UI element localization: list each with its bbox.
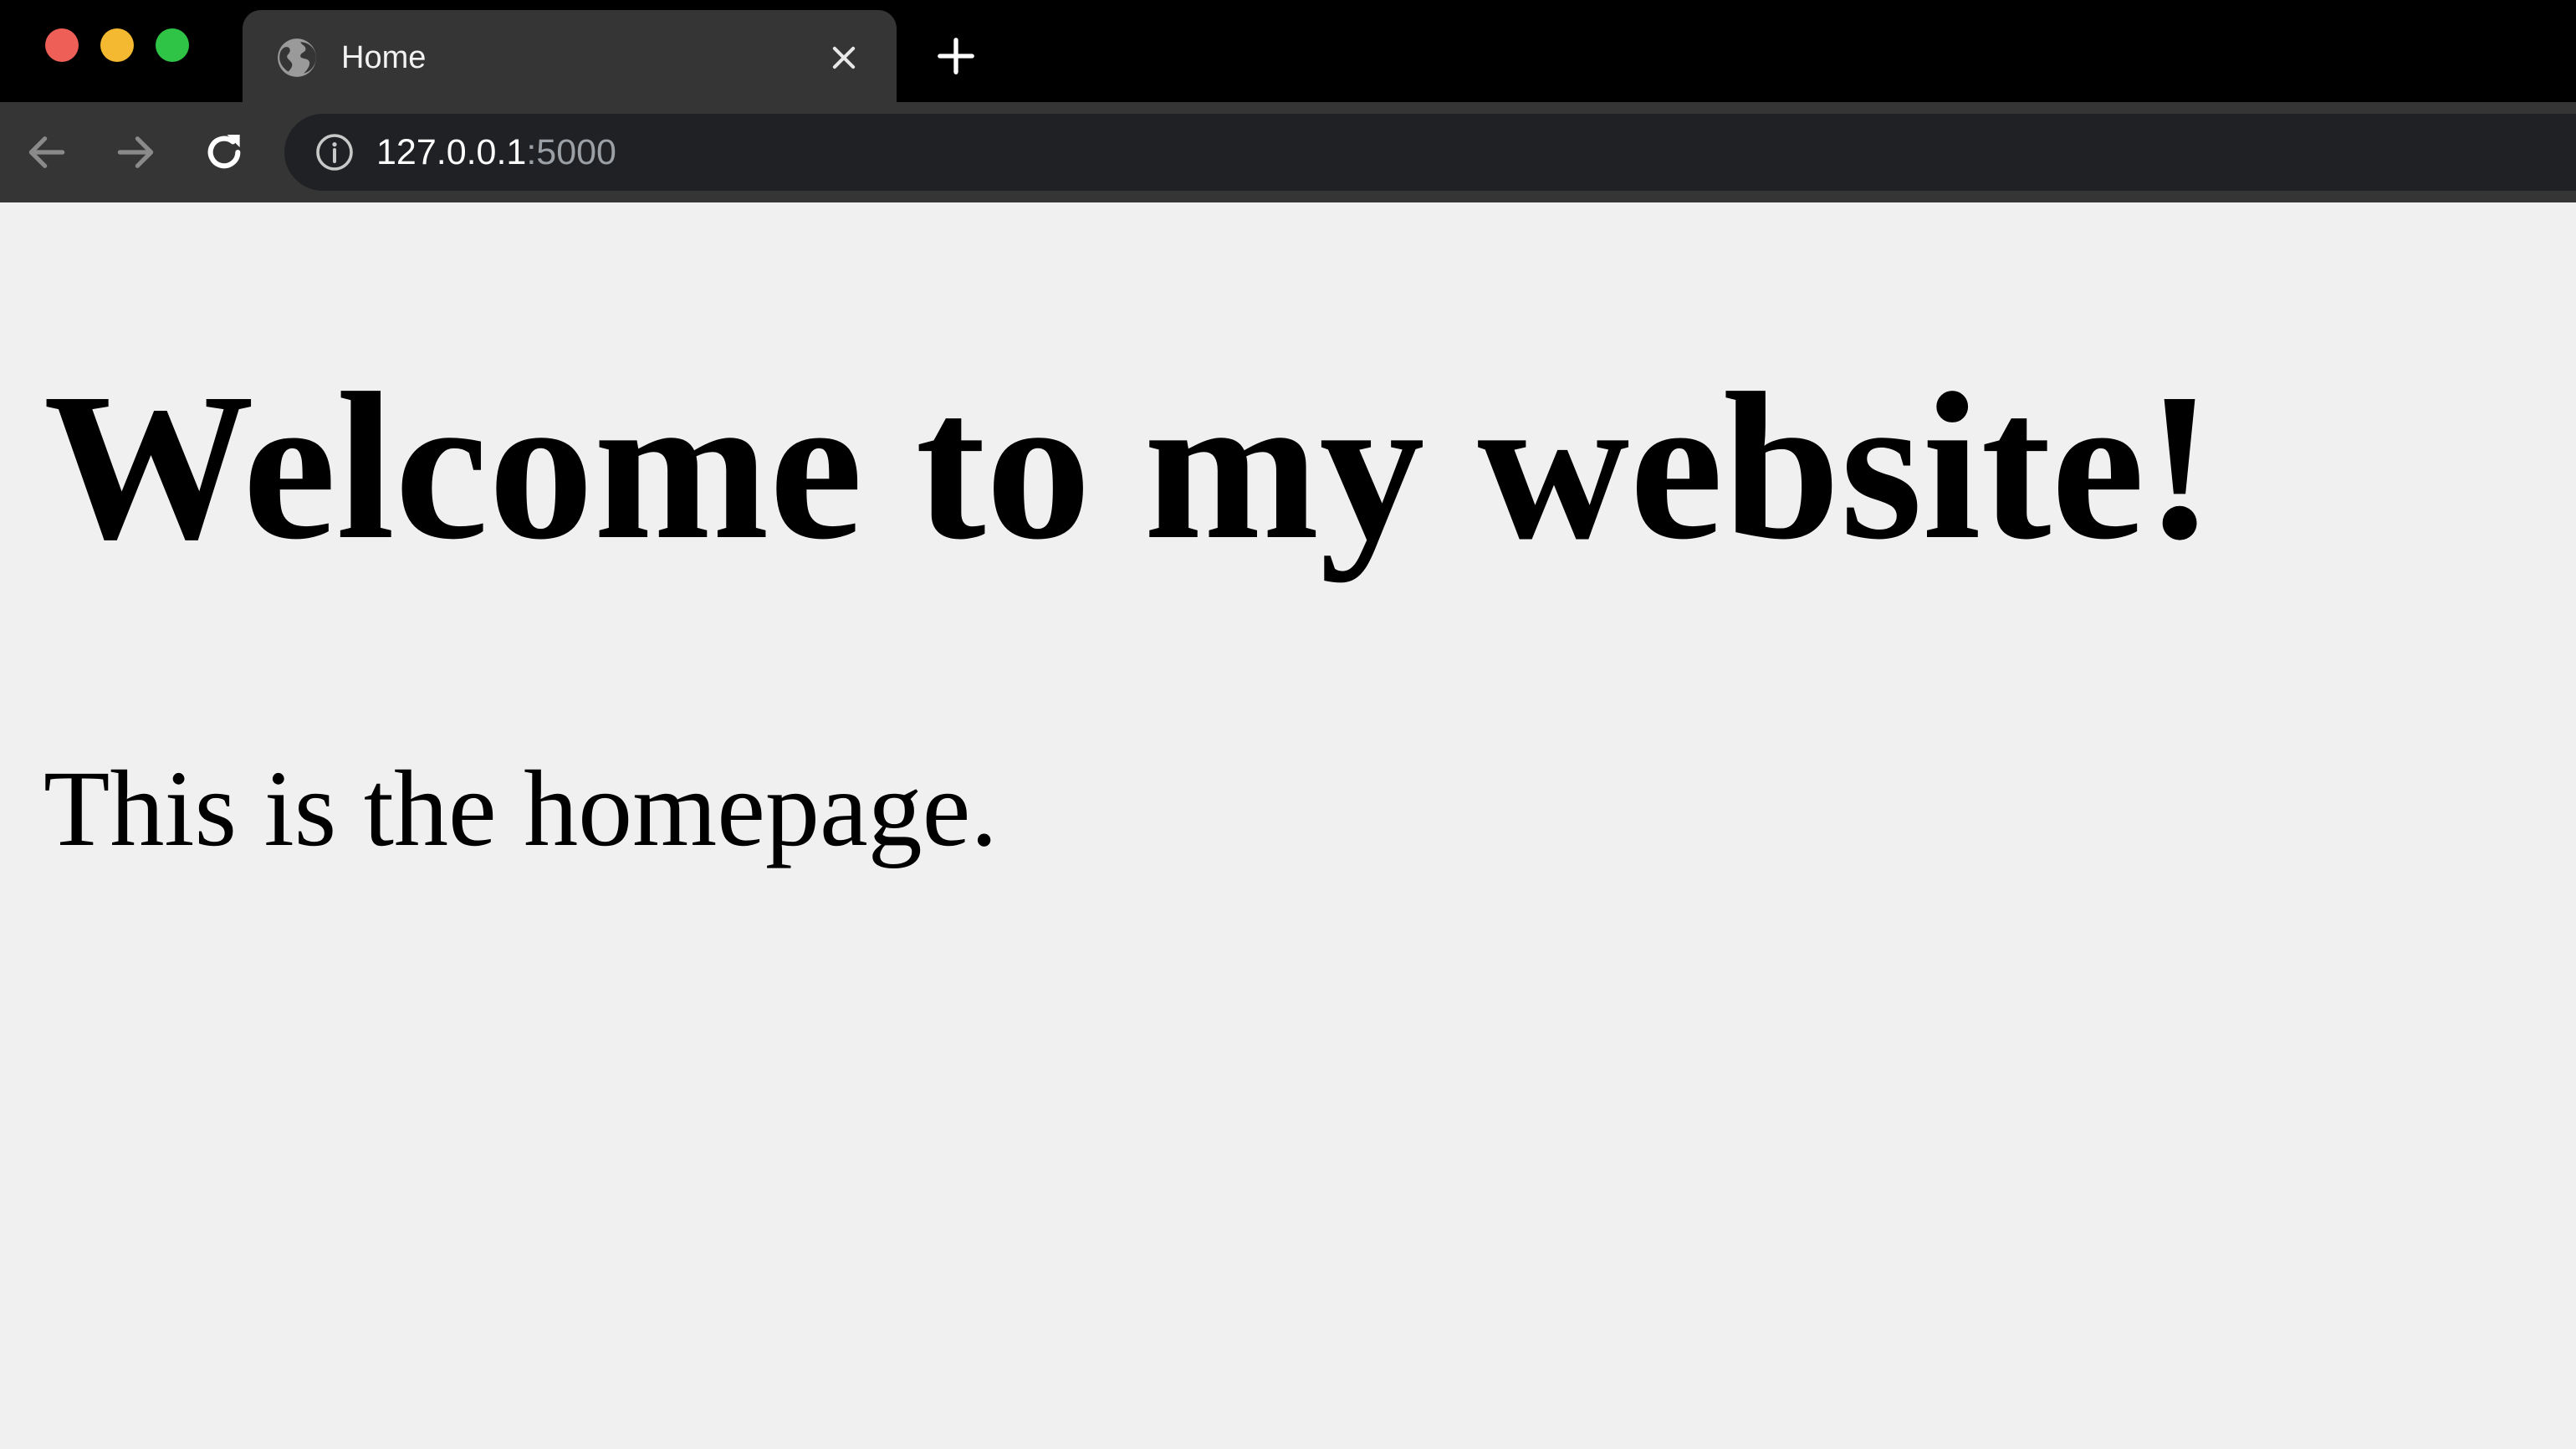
url-text[interactable]: 127.0.0.1:5000 (376, 129, 616, 176)
back-button[interactable] (23, 129, 70, 176)
url-port: :5000 (526, 132, 616, 172)
tab-title: Home (341, 40, 427, 75)
tab-strip: Home (0, 0, 2576, 102)
url-host: 127.0.0.1 (376, 132, 527, 172)
forward-button[interactable] (112, 129, 159, 176)
browser-tab-home[interactable]: Home (243, 10, 897, 102)
new-tab-button[interactable] (937, 37, 975, 75)
page-title: Welcome to my website! (43, 349, 2216, 583)
page-paragraph: This is the homepage. (43, 749, 998, 869)
address-bar[interactable]: 127.0.0.1:5000 (284, 114, 2576, 191)
close-icon[interactable] (828, 42, 860, 74)
window-close-button[interactable] (45, 28, 79, 62)
window-maximize-button[interactable] (156, 28, 189, 62)
window-minimize-button[interactable] (100, 28, 134, 62)
info-icon[interactable] (314, 132, 355, 172)
browser-toolbar: 127.0.0.1:5000 (0, 102, 2576, 305)
reload-button[interactable] (201, 129, 248, 176)
page-content: Welcome to my website! This is the homep… (0, 202, 2576, 1449)
globe-icon (278, 38, 316, 77)
